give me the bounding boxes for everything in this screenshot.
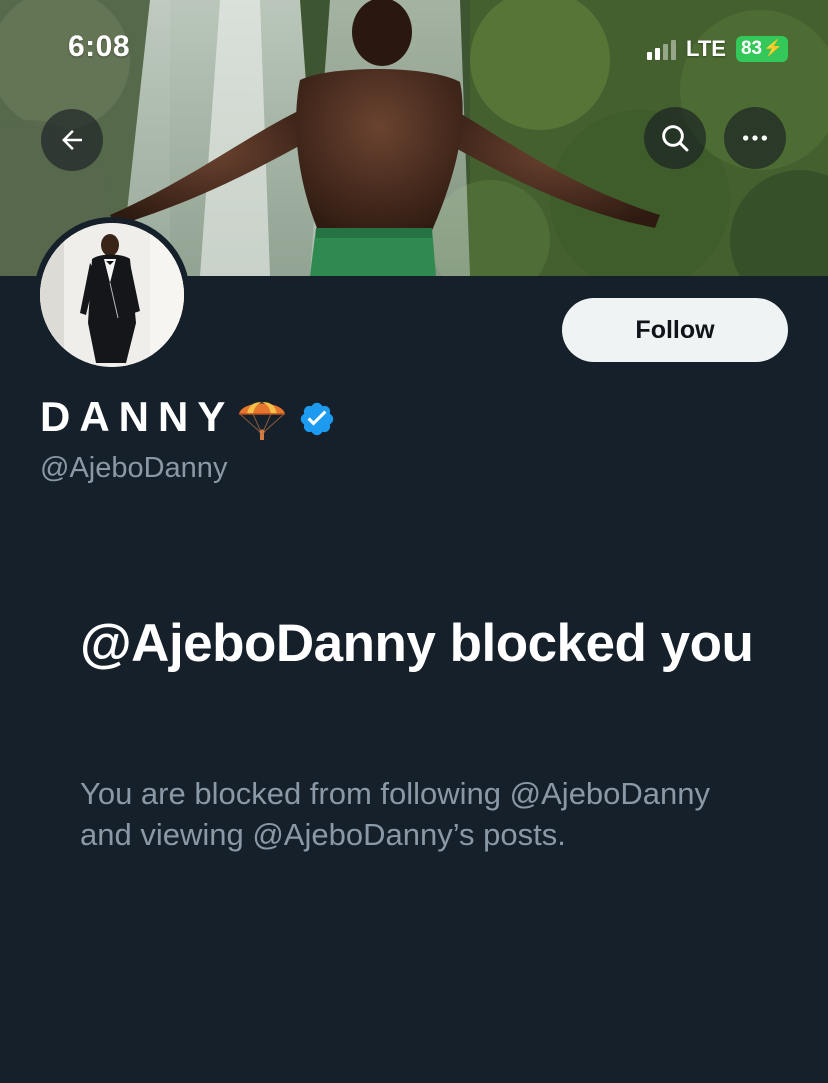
battery-indicator: 83 ⚡	[735, 36, 788, 62]
avatar-image	[40, 223, 184, 367]
cellular-signal-icon	[647, 38, 677, 60]
more-options-button[interactable]	[724, 107, 786, 169]
parachute-icon	[239, 402, 286, 440]
back-button[interactable]	[41, 109, 103, 171]
follow-button[interactable]: Follow	[562, 298, 788, 362]
search-button[interactable]	[644, 107, 706, 169]
profile-name-row: DANNY	[40, 392, 336, 442]
verified-badge-icon	[301, 402, 334, 436]
profile-handle: @AjeboDanny	[40, 452, 228, 484]
blocked-description: You are blocked from following @AjeboDan…	[80, 776, 711, 852]
status-time: 6:08	[68, 30, 131, 63]
blocked-title: @AjeboDanny blocked you	[80, 614, 754, 673]
status-indicators: LTE 83 ⚡	[647, 36, 788, 62]
network-type: LTE	[686, 36, 726, 61]
arrow-left-icon	[62, 130, 82, 150]
more-horizontal-icon	[743, 135, 767, 141]
charging-bolt-icon: ⚡	[763, 40, 783, 57]
search-icon	[662, 125, 689, 152]
battery-level: 83	[740, 38, 763, 59]
display-name: DANNY	[40, 393, 235, 440]
profile-avatar[interactable]	[34, 217, 190, 373]
